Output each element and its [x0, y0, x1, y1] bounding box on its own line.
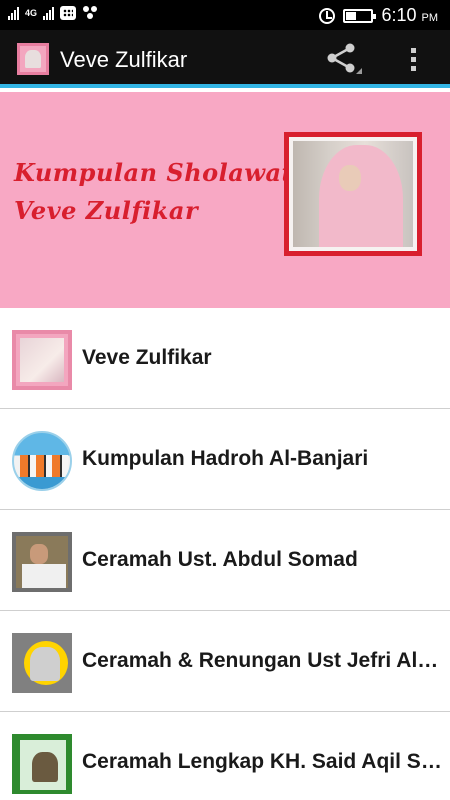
app-logo-icon[interactable]	[17, 43, 49, 75]
banner-title: Kumpulan Sholawat Veve Zulfikar	[14, 154, 293, 230]
list-item[interactable]: Kumpulan Hadroh Al-Banjari	[0, 409, 450, 510]
list-item-thumbnail	[12, 734, 72, 794]
overflow-dot-icon	[411, 48, 416, 53]
list-item-label: Kumpulan Hadroh Al-Banjari	[82, 447, 369, 470]
banner-title-line2: Veve Zulfikar	[14, 196, 199, 225]
clock-ampm: PM	[421, 12, 439, 24]
bbm-notification-icon	[60, 6, 77, 20]
banner-title-line1: Kumpulan Sholawat	[14, 158, 294, 187]
overflow-dot-icon	[411, 57, 416, 62]
status-clock: 6:10 PM	[381, 5, 438, 26]
app-notification-icon	[82, 6, 98, 20]
header-banner: Kumpulan Sholawat Veve Zulfikar	[0, 92, 450, 308]
status-bar: 4G 6:10 PM	[0, 0, 450, 30]
list-item-label: Ceramah & Renungan Ust Jefri Al Buchori	[82, 649, 442, 672]
face-shape	[339, 165, 361, 191]
battery-icon	[343, 8, 377, 23]
hijab-shape	[319, 145, 403, 247]
banner-photo	[284, 132, 422, 256]
clock-time: 6:10	[381, 5, 417, 25]
share-button[interactable]	[322, 40, 362, 76]
app-title: Veve Zulfikar	[60, 47, 188, 72]
signal-strength-icon	[8, 6, 19, 20]
app-list: Veve Zulfikar Kumpulan Hadroh Al-Banjari…	[0, 308, 450, 800]
list-item[interactable]: Ceramah Ust. Abdul Somad	[0, 510, 450, 611]
list-item-thumbnail	[12, 633, 72, 693]
overflow-menu-button[interactable]	[398, 42, 428, 78]
overflow-dot-icon	[411, 66, 416, 71]
alarm-icon	[319, 7, 336, 24]
list-item-thumbnail	[12, 431, 72, 491]
artist-photo	[293, 141, 413, 247]
signal-strength-2-icon	[43, 6, 55, 20]
action-bar: Veve Zulfikar	[0, 30, 450, 88]
share-icon	[327, 43, 362, 74]
list-item[interactable]: Ceramah & Renungan Ust Jefri Al Buchori	[0, 611, 450, 712]
list-item-thumbnail	[12, 532, 72, 592]
list-item[interactable]: Veve Zulfikar	[0, 308, 450, 409]
list-item[interactable]: Ceramah Lengkap KH. Said Aqil Siradj	[0, 712, 450, 800]
list-item-thumbnail	[12, 330, 72, 390]
network-type-label: 4G	[25, 7, 38, 18]
list-item-label: Veve Zulfikar	[82, 346, 212, 369]
list-item-label: Ceramah Lengkap KH. Said Aqil Siradj	[82, 750, 442, 773]
list-item-label: Ceramah Ust. Abdul Somad	[82, 548, 358, 571]
